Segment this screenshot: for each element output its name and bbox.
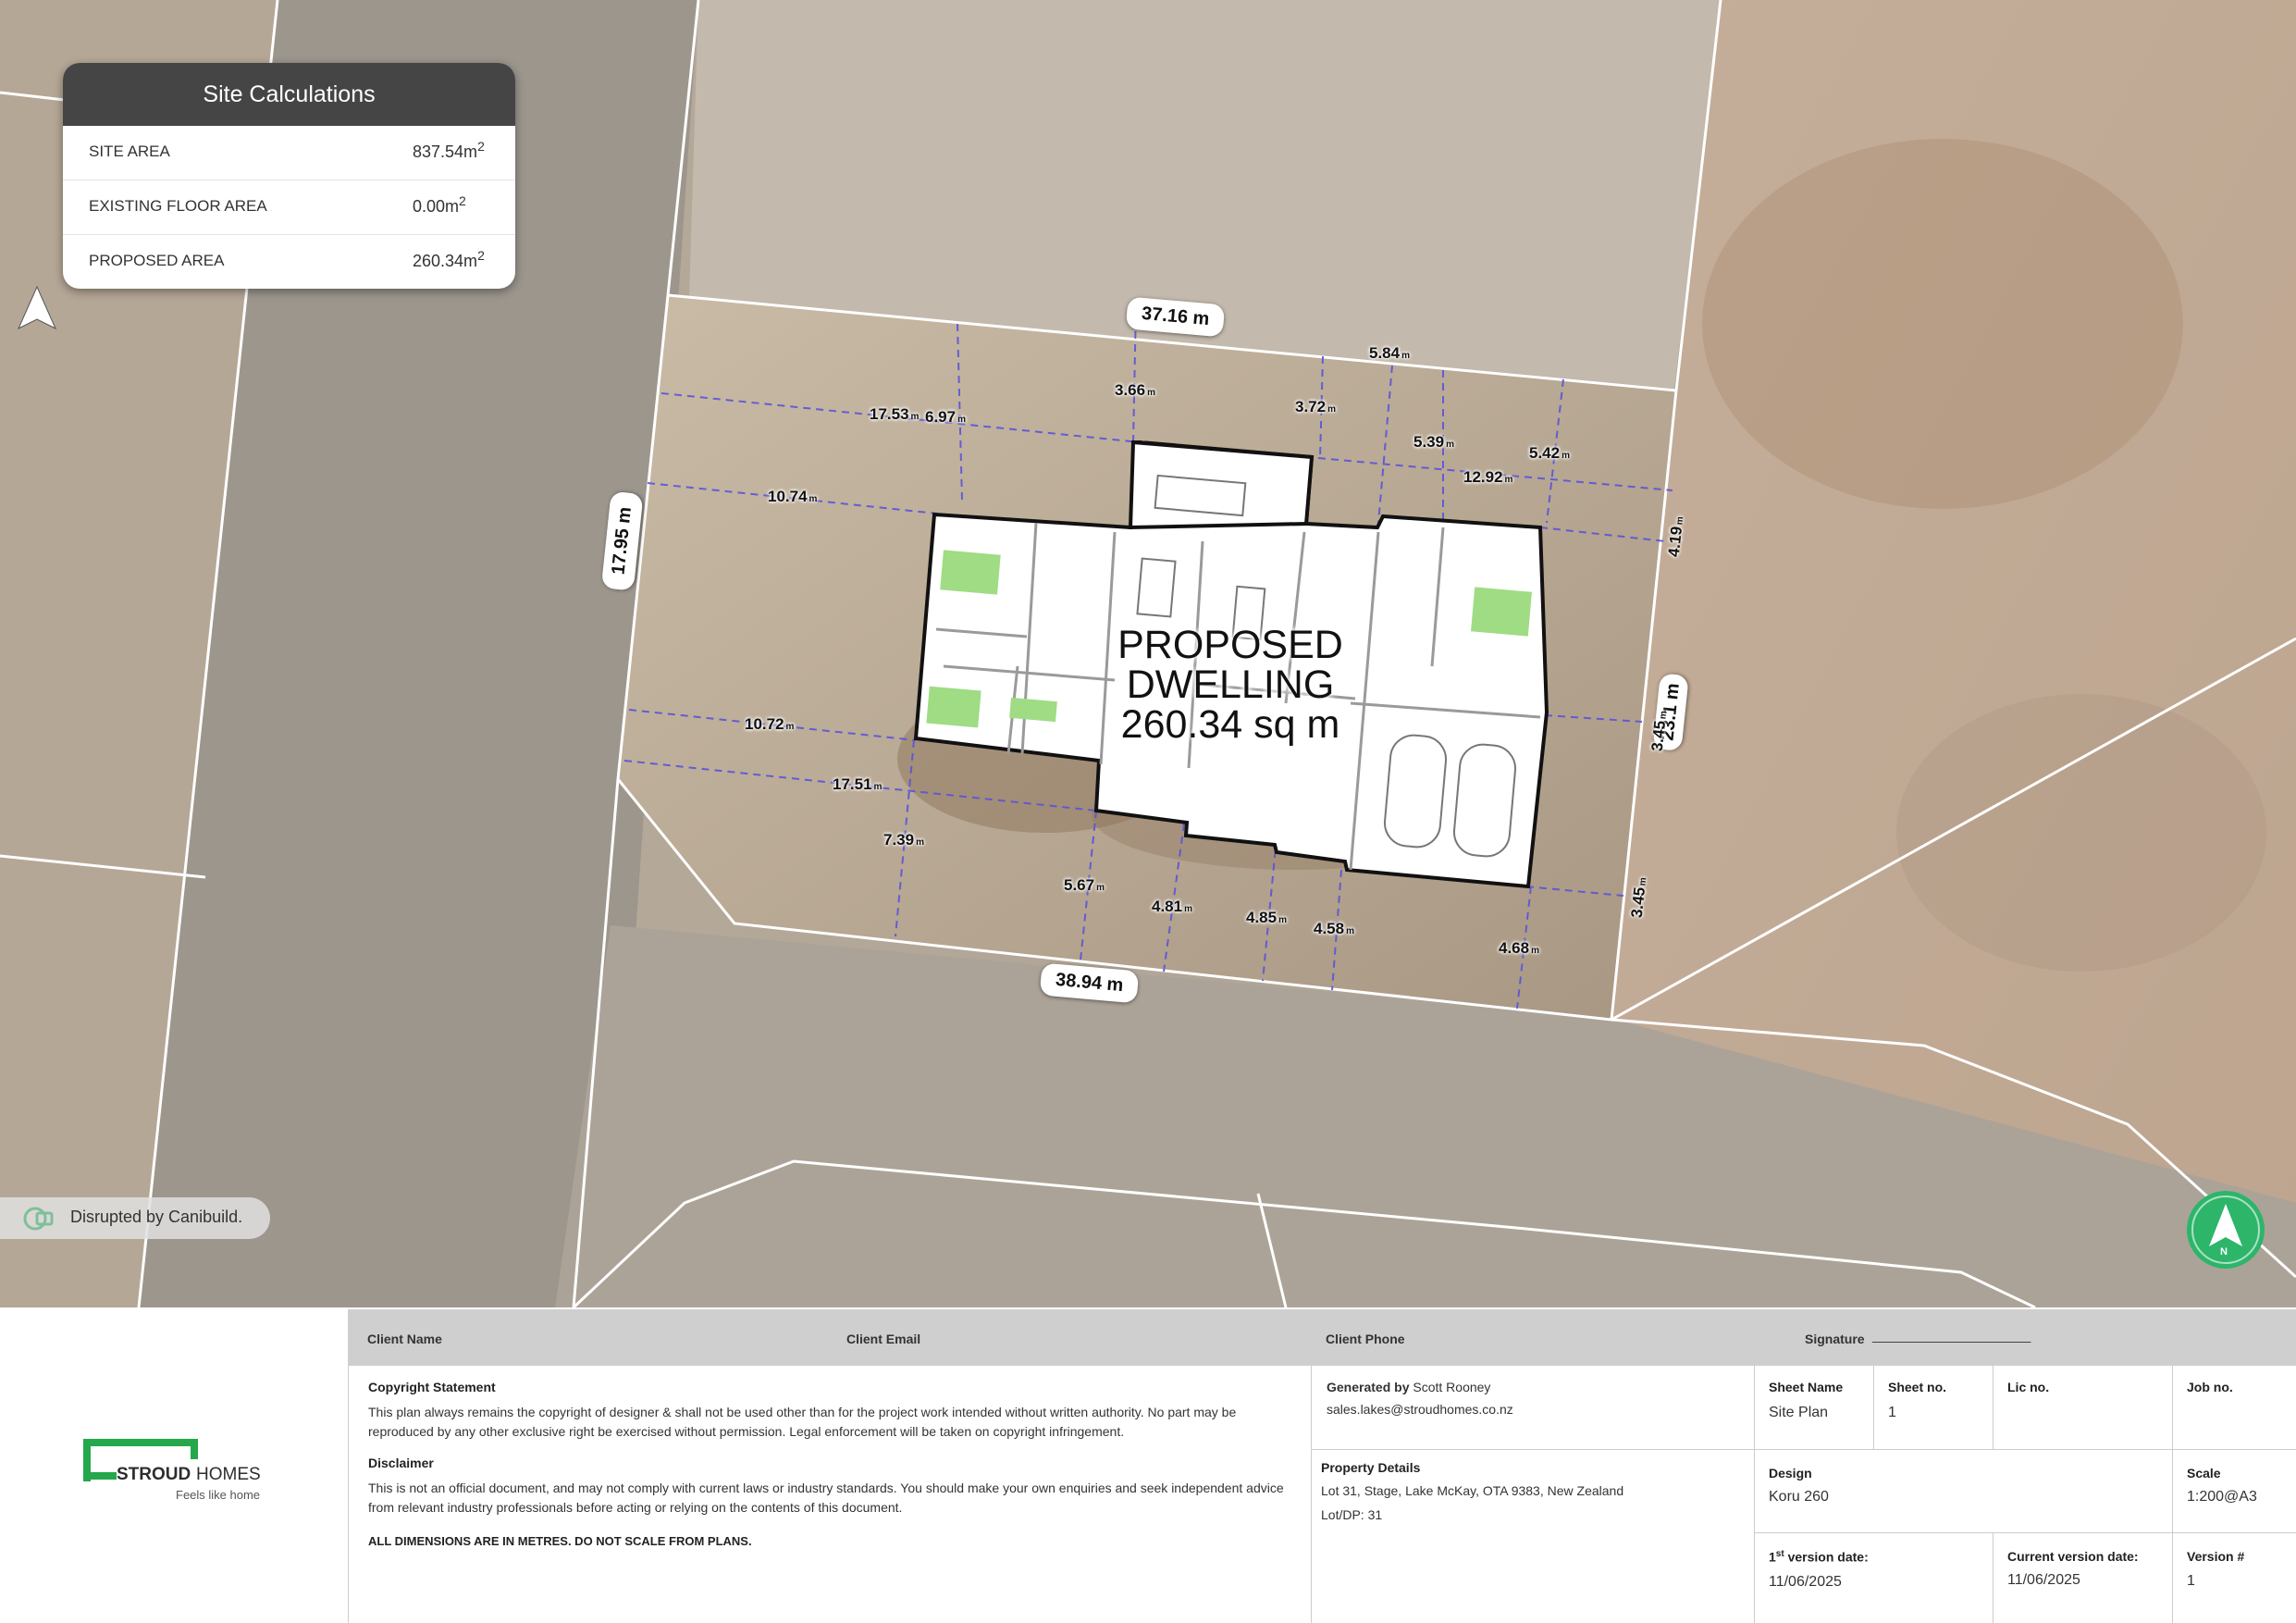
compass-letter: N [2220, 1246, 2228, 1258]
generated-by: Generated by Scott Rooney [1327, 1380, 1491, 1394]
setback-label: 5.39 m [1413, 433, 1454, 451]
setback-label: 3.66 m [1115, 381, 1155, 399]
client-phone-label: Client Phone [1326, 1332, 1405, 1346]
version-label: Version # [2187, 1549, 2245, 1564]
logo-brand-a: STROUD [117, 1465, 191, 1484]
dwelling-line-1: PROPOSED [1117, 623, 1343, 667]
property-details-label: Property Details [1321, 1460, 1421, 1475]
setback-label: 7.39 m [883, 831, 924, 849]
copyright-heading: Copyright Statement [368, 1380, 496, 1394]
sheet-name-label: Sheet Name [1769, 1380, 1844, 1394]
current-version-date: 11/06/2025 [2007, 1572, 2080, 1588]
existing-floor-area-row: EXISTING FLOOR AREA 0.00m2 [63, 180, 515, 235]
site-area-row: SITE AREA 837.54m2 [63, 126, 515, 180]
generated-email: sales.lakes@stroudhomes.co.nz [1327, 1402, 1513, 1417]
setback-label: 4.68 m [1499, 939, 1539, 957]
dimensions-note: ALL DIMENSIONS ARE IN METRES. DO NOT SCA… [368, 1534, 752, 1548]
disclaimer-heading: Disclaimer [368, 1456, 434, 1470]
property-address: Lot 31, Stage, Lake McKay, OTA 9383, New… [1321, 1483, 1624, 1498]
dwelling-area: 260.34 sq m [1120, 702, 1340, 747]
setback-label: 5.67 m [1064, 876, 1105, 894]
setback-label: 3.72 m [1295, 398, 1336, 415]
sheet-name: Site Plan [1769, 1405, 1829, 1420]
client-bar: Client Name Client Email Client Phone Si… [348, 1309, 2296, 1366]
proposed-dwelling-label: PROPOSED DWELLING 260.34 sq m [1101, 626, 1360, 745]
north-compass-icon[interactable]: N [2187, 1191, 2265, 1269]
disclaimer-text: This is not an official document, and ma… [368, 1481, 1284, 1515]
title-block: STROUD HOMES Feels like home Client Name… [0, 1307, 2296, 1623]
logo-brand-b: HOMES [196, 1465, 261, 1484]
setback-label: 12.92 m [1463, 468, 1513, 486]
stroudhomes-logo: STROUD HOMES Feels like home [83, 1437, 268, 1502]
proposed-area-value: 260.34m2 [413, 248, 485, 270]
logo-tagline: Feels like home [176, 1488, 261, 1502]
proposed-area-row: PROPOSED AREA 260.34m2 [63, 235, 515, 289]
job-no-label: Job no. [2187, 1380, 2233, 1394]
site-calculations-panel: Site Calculations SITE AREA 837.54m2 EXI… [63, 63, 515, 289]
current-version-label: Current version date: [2007, 1549, 2139, 1564]
setback-label: 4.85 m [1246, 909, 1287, 926]
design-value: Koru 260 [1769, 1489, 1829, 1505]
sheet-no: 1 [1888, 1405, 1896, 1420]
setback-label: 17.51 m [833, 775, 883, 793]
scale-value: 1:200@A3 [2187, 1489, 2257, 1505]
site-area-value: 837.54m2 [413, 139, 485, 161]
setback-label: 5.84 m [1369, 344, 1410, 362]
canibuild-credit[interactable]: Disrupted by Canibuild. [0, 1197, 270, 1239]
signature-line[interactable]: ______________________ [1872, 1328, 2031, 1343]
client-email-label: Client Email [846, 1332, 921, 1346]
setback-label: 10.74 m [768, 488, 818, 505]
setback-label: 5.42 m [1529, 444, 1570, 462]
setback-label: 17.53 m [870, 405, 920, 423]
setback-label: 4.58 m [1314, 920, 1354, 937]
canibuild-logo-icon [23, 1207, 54, 1231]
property-lot: Lot/DP: 31 [1321, 1507, 1383, 1522]
scale-label: Scale [2187, 1466, 2221, 1481]
setback-label: 4.81 m [1152, 898, 1192, 915]
version-value: 1 [2187, 1573, 2195, 1589]
sheet-no-label: Sheet no. [1888, 1380, 1947, 1394]
setback-label: 10.72 m [745, 715, 795, 733]
dwelling-line-2: DWELLING [1126, 663, 1335, 707]
site-area-label: SITE AREA [89, 142, 170, 160]
signature-label: Signature [1805, 1332, 1865, 1346]
client-name-label: Client Name [367, 1332, 442, 1346]
site-plan-map[interactable]: 37.16 m 38.94 m 17.95 m 23.1 m PROPOSED … [0, 0, 2296, 1307]
existing-floor-area-value: 0.00m2 [413, 193, 466, 216]
setback-label: 6.97 m [925, 408, 966, 426]
proposed-area-label: PROPOSED AREA [89, 252, 225, 269]
copyright-text: This plan always remains the copyright o… [368, 1405, 1237, 1439]
design-label: Design [1769, 1466, 1812, 1481]
first-version-date: 11/06/2025 [1769, 1574, 1842, 1590]
site-calculations-title: Site Calculations [63, 63, 515, 126]
first-version-label: 1st version date: [1769, 1549, 1869, 1565]
lic-no-label: Lic no. [2007, 1380, 2050, 1394]
canibuild-credit-text: Disrupted by Canibuild. [70, 1208, 243, 1226]
existing-floor-area-label: EXISTING FLOOR AREA [89, 197, 267, 215]
